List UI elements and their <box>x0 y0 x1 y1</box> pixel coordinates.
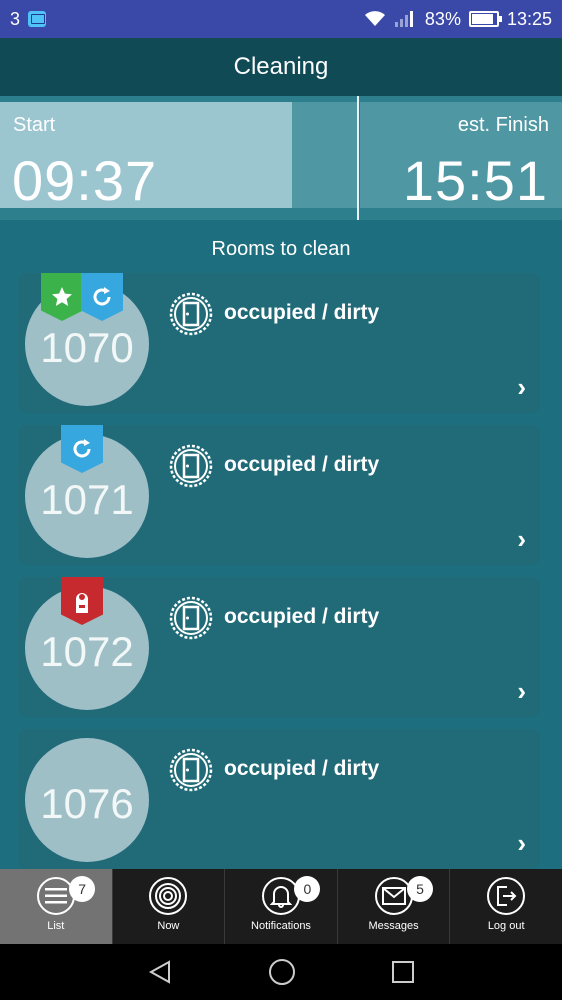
logout-icon <box>487 877 526 915</box>
battery-percent: 83% <box>424 8 461 29</box>
room-card-1071[interactable]: 1071 occupied / dirty › <box>18 425 540 565</box>
messages-count-badge: 5 <box>406 876 433 902</box>
wifi-icon <box>364 11 385 26</box>
room-status: occupied / dirty <box>224 757 380 780</box>
chevron-right-icon[interactable]: › <box>517 524 526 555</box>
tab-logout[interactable]: Log out <box>450 869 562 944</box>
room-status: occupied / dirty <box>224 301 380 324</box>
start-time: 09:37 <box>12 149 158 212</box>
bottom-tab-bar: 7 List Now 0 Notifications 5 Messages Lo… <box>0 869 562 944</box>
recents-icon[interactable] <box>391 960 415 984</box>
chevron-right-icon[interactable]: › <box>517 676 526 707</box>
room-number: 1076 <box>40 780 134 827</box>
door-status-icon <box>169 444 213 488</box>
tab-list[interactable]: 7 List <box>0 869 113 944</box>
tab-label: Messages <box>368 920 419 932</box>
room-status: occupied / dirty <box>224 605 380 628</box>
clock: 13:25 <box>506 8 552 29</box>
tab-now[interactable]: Now <box>113 869 226 944</box>
battery-icon <box>468 11 502 27</box>
system-nav-bar <box>0 944 562 1000</box>
tab-label: List <box>47 920 65 932</box>
room-number: 1071 <box>40 476 134 523</box>
home-icon[interactable] <box>268 958 296 986</box>
mail-notification-icon <box>28 11 47 27</box>
finish-time: 15:51 <box>402 149 548 212</box>
room-card-1070[interactable]: 1070 occupied / dirty › <box>18 273 540 413</box>
target-icon <box>149 877 188 915</box>
signal-icon <box>394 11 413 27</box>
app-bar: Cleaning <box>0 38 562 96</box>
room-number: 1072 <box>40 628 134 675</box>
room-card-1076[interactable]: 1076 occupied / dirty › <box>18 729 540 869</box>
room-card-1072[interactable]: 1072 occupied / dirty › <box>18 577 540 717</box>
envelope-icon <box>374 877 413 915</box>
door-status-icon <box>169 292 213 336</box>
finish-label: est. Finish <box>457 114 549 136</box>
chevron-right-icon[interactable]: › <box>517 372 526 403</box>
chevron-right-icon[interactable]: › <box>517 828 526 859</box>
notifications-count-badge: 0 <box>294 876 321 902</box>
tab-label: Notifications <box>251 920 311 932</box>
progress-remainder <box>292 102 358 208</box>
tab-notifications[interactable]: 0 Notifications <box>225 869 338 944</box>
status-bar: 3 83% 13:25 <box>0 0 562 38</box>
section-title: Rooms to clean <box>211 238 351 260</box>
door-status-icon <box>169 748 213 792</box>
list-count-badge: 7 <box>69 876 96 902</box>
carrier-label: 3 <box>10 8 21 29</box>
room-circle: 1076 <box>25 738 149 862</box>
time-divider <box>357 96 359 220</box>
start-label: Start <box>13 114 56 136</box>
back-icon[interactable] <box>147 959 173 985</box>
time-panel: Start 09:37 est. Finish 15:51 <box>0 96 562 220</box>
list-icon <box>36 877 75 915</box>
room-number: 1070 <box>40 324 134 371</box>
tab-messages[interactable]: 5 Messages <box>338 869 451 944</box>
room-status: occupied / dirty <box>224 453 380 476</box>
tab-label: Now <box>157 920 180 932</box>
page-title: Cleaning <box>233 53 329 80</box>
door-status-icon <box>169 596 213 640</box>
tab-label: Log out <box>487 920 525 932</box>
